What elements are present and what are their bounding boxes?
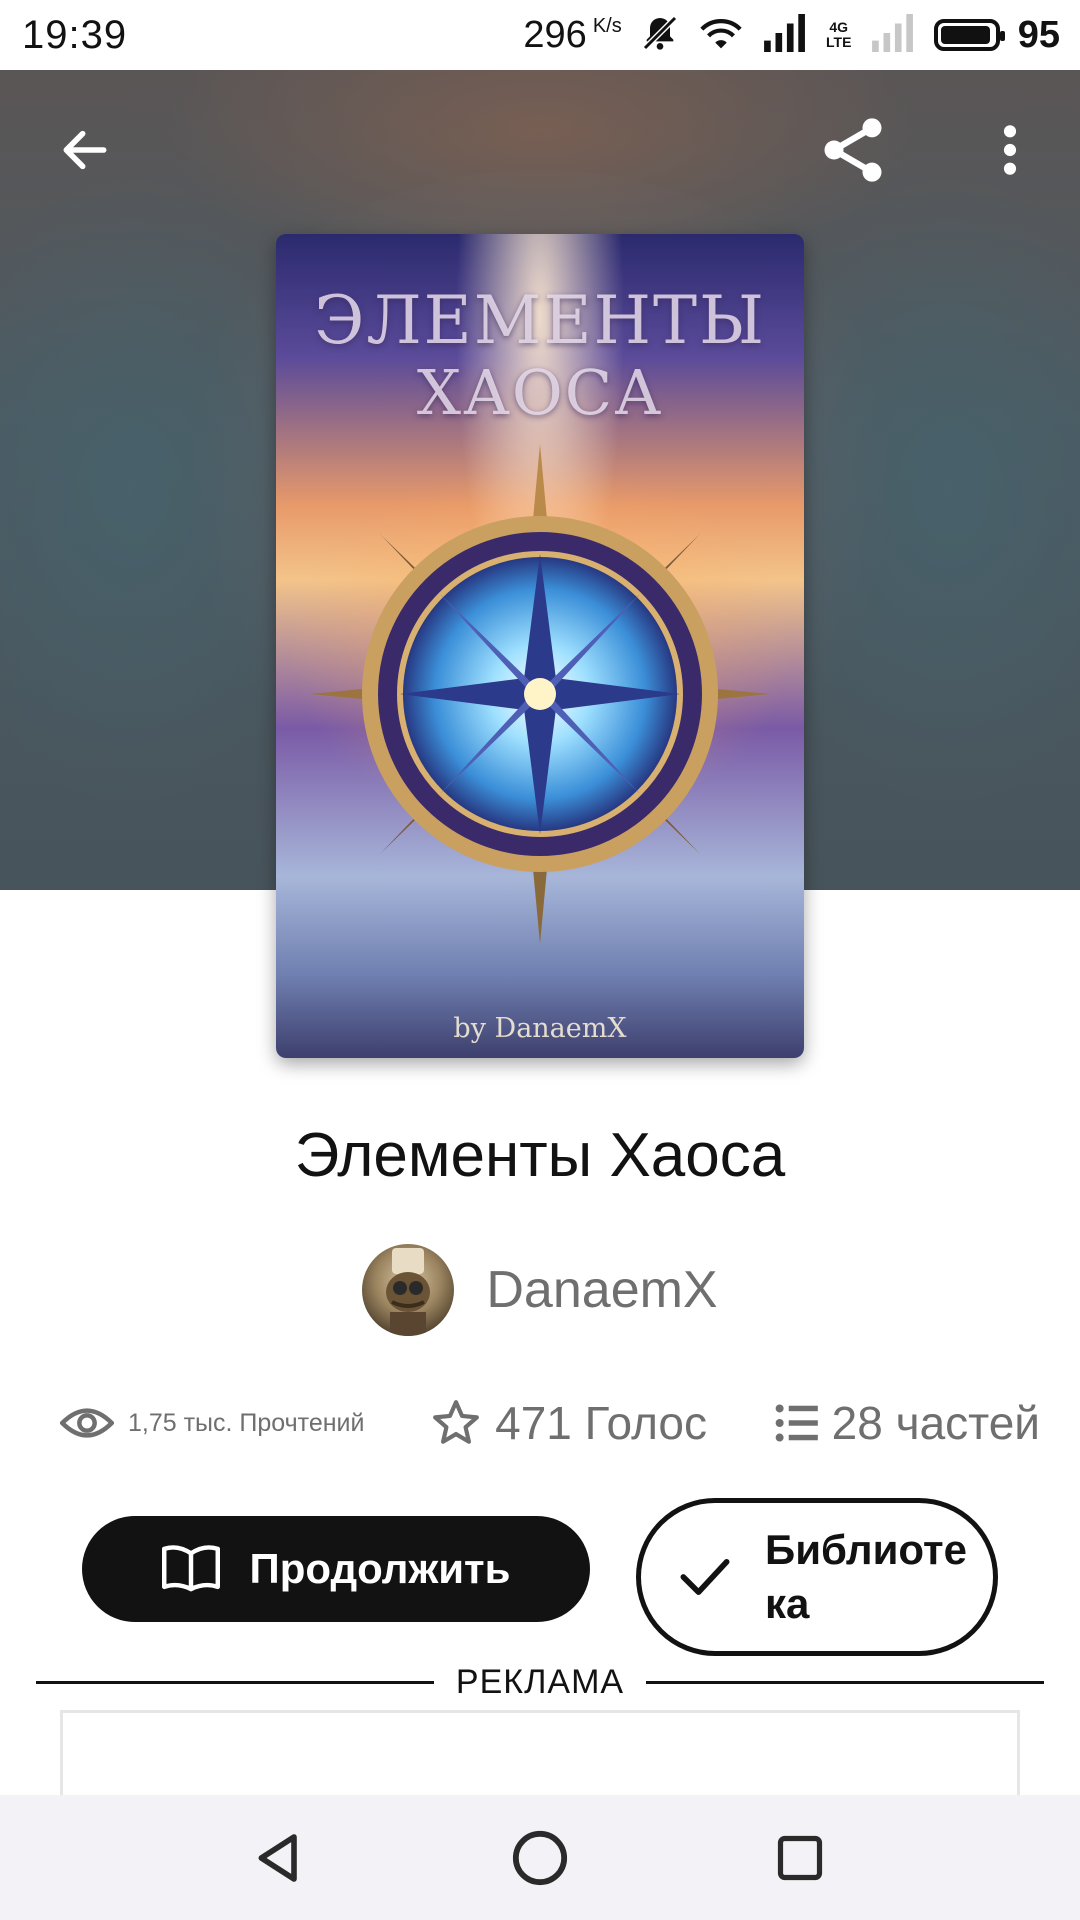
ad-divider: РЕКЛАМА [36, 1660, 1044, 1704]
cover-title-line2: ХАОСА [416, 356, 664, 429]
eye-icon [60, 1408, 114, 1438]
bell-muted-icon [640, 13, 680, 58]
back-button[interactable] [40, 110, 130, 190]
arrow-left-icon [63, 130, 107, 170]
network-speed-value: 296 [523, 13, 587, 56]
star-icon [433, 1400, 480, 1444]
stat-reads-label: 1,75 тыс. Прочтений [128, 1408, 365, 1437]
signal-icon [762, 13, 808, 57]
author-avatar[interactable] [362, 1244, 455, 1336]
continue-reading-button[interactable]: Продолжить [82, 1516, 590, 1622]
nav-recents-button[interactable] [750, 1808, 850, 1908]
more-options-button[interactable] [980, 110, 1040, 190]
ad-label: РЕКЛАМА [455, 1662, 625, 1701]
library-button[interactable]: Библиотека [636, 1498, 998, 1656]
triangle-back-icon [258, 1833, 297, 1882]
signal-weak-icon [870, 13, 916, 57]
nav-home-button[interactable] [490, 1808, 590, 1908]
share-icon [824, 118, 882, 182]
wifi-icon [698, 13, 744, 58]
compass-star-art [310, 444, 770, 944]
battery-icon [933, 19, 1005, 51]
share-button[interactable] [808, 110, 898, 190]
stat-reads: 1,75 тыс. Прочтений [60, 1403, 364, 1443]
open-book-icon [161, 1545, 220, 1592]
avatar-image [386, 1248, 431, 1336]
status-time: 19:39 [22, 12, 128, 57]
network-speed-unit: K/s [592, 14, 622, 37]
network-speed: 296 K/s [523, 14, 621, 57]
stat-votes-label: 471 Голос [495, 1397, 708, 1449]
author-name[interactable]: DanaemX [486, 1260, 717, 1320]
system-nav-bar [0, 1795, 1080, 1920]
network-type-label: 4G LTE [826, 19, 852, 50]
battery-level: 95 [1017, 13, 1060, 56]
nav-back-button[interactable] [230, 1808, 330, 1908]
circle-home-icon [512, 1830, 568, 1885]
check-icon [680, 1559, 730, 1595]
status-icons: 296 K/s 4G LTE 95 [523, 0, 1060, 70]
list-icon [775, 1404, 818, 1442]
book-stats: 1,75 тыс. Прочтений 471 Голос 28 частей [60, 1388, 1040, 1458]
divider-line [36, 1680, 434, 1684]
square-recents-icon [777, 1835, 823, 1880]
cover-author: by DanaemX [453, 1013, 627, 1044]
stat-parts-label: 28 частей [831, 1397, 1040, 1449]
continue-reading-label: Продолжить [249, 1545, 511, 1592]
stat-votes: 471 Голос [431, 1396, 707, 1450]
status-bar: 19:39 296 K/s 4G LTE 95 [0, 0, 1080, 70]
more-vert-icon [1003, 125, 1017, 175]
cover-title-line1: ЭЛЕМЕНТЫ [313, 282, 767, 359]
book-cover[interactable]: ЭЛЕМЕНТЫ ХАОСА by DanaemX [276, 234, 804, 1058]
stat-parts: 28 частей [774, 1396, 1040, 1450]
book-title: Элементы Хаоса [294, 1121, 786, 1190]
library-label: Библиотека [765, 1526, 967, 1627]
divider-line [646, 1680, 1044, 1684]
author-row[interactable]: DanaemX [0, 1244, 1080, 1336]
